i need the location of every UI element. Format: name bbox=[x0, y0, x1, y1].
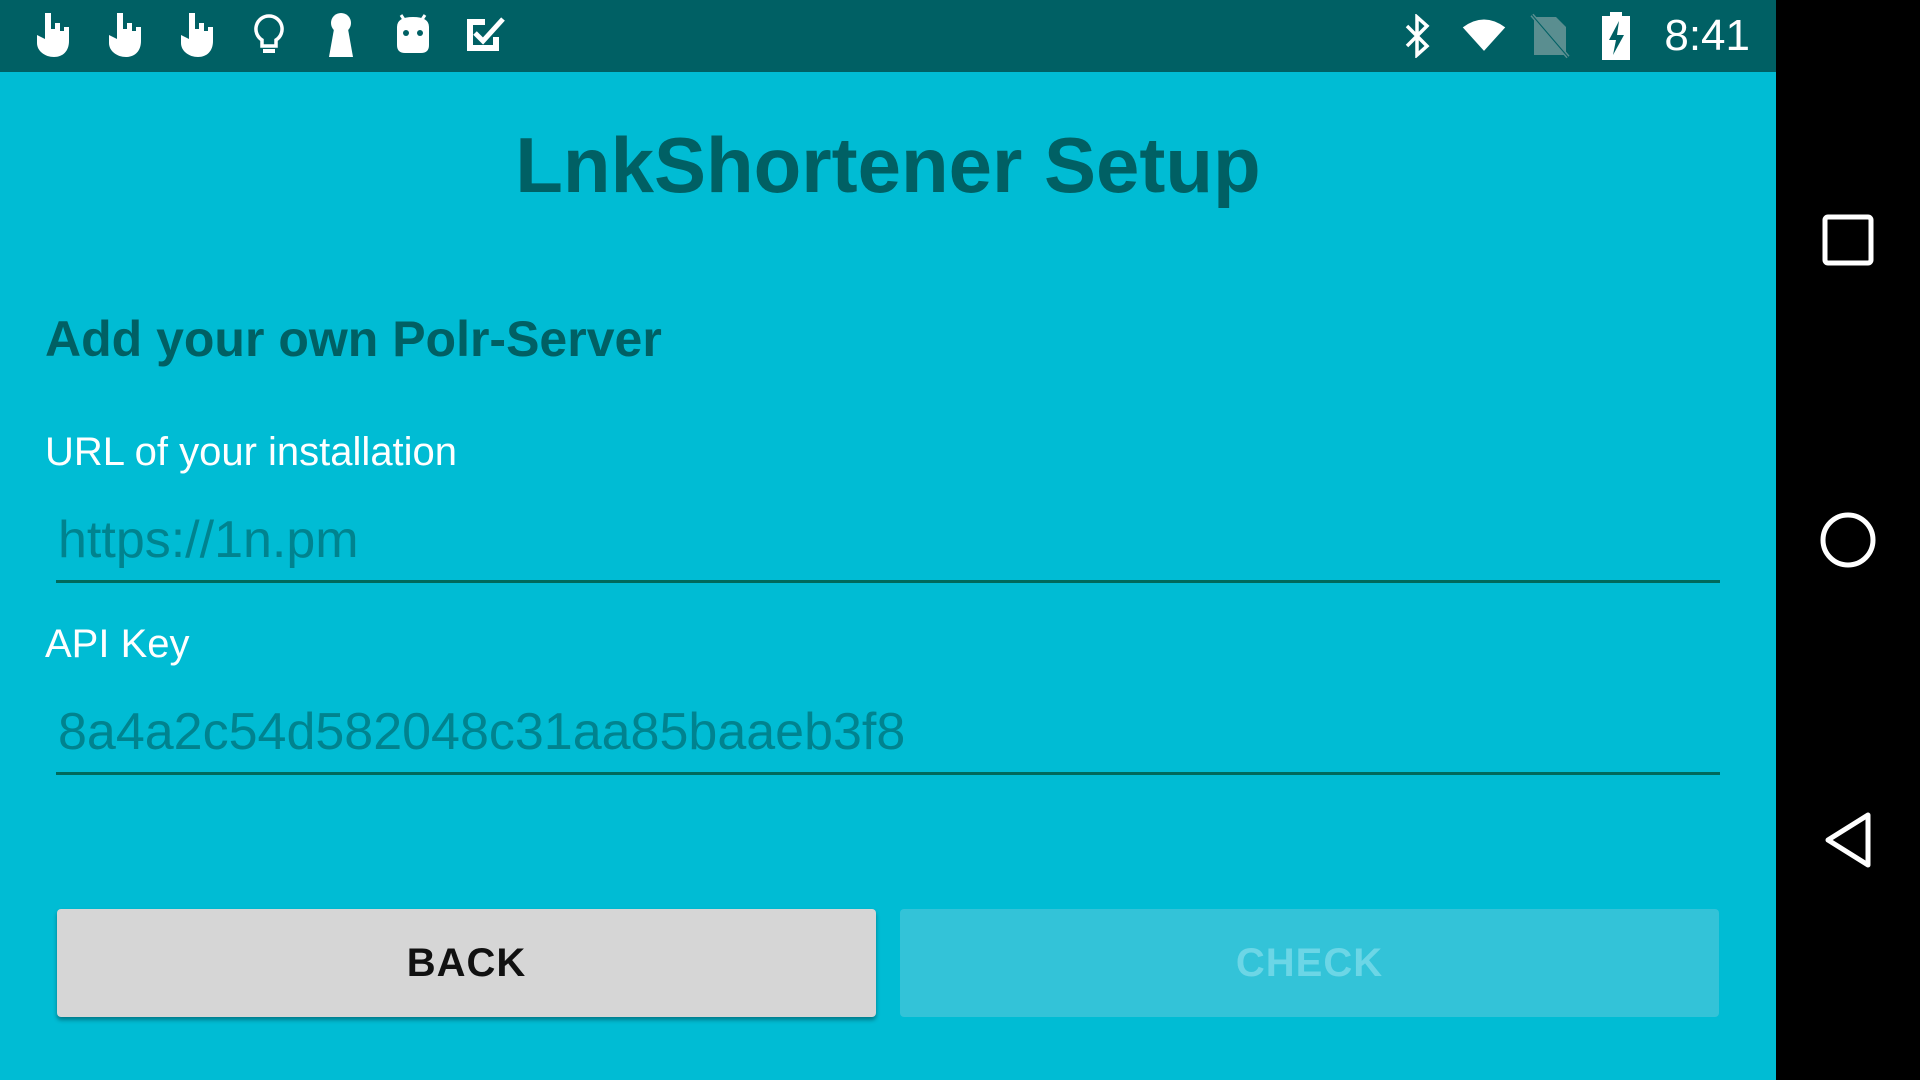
navigation-bar bbox=[1776, 0, 1920, 1080]
url-label: URL of your installation bbox=[45, 430, 458, 474]
wifi-icon bbox=[1462, 10, 1506, 62]
keyhole-icon bbox=[316, 10, 366, 60]
battery-charging-icon bbox=[1594, 10, 1638, 62]
recents-button[interactable] bbox=[1776, 180, 1920, 300]
home-icon bbox=[1820, 512, 1876, 568]
url-input-value: https://1n.pm bbox=[58, 511, 359, 569]
android-icon bbox=[388, 10, 438, 60]
clock: 8:41 bbox=[1664, 11, 1750, 60]
status-bar: 8:41 bbox=[0, 0, 1776, 72]
api-key-input-value: 8a4a2c54d582048c31aa85baaeb3f8 bbox=[58, 703, 906, 761]
back-icon bbox=[1825, 812, 1871, 868]
back-button[interactable]: BACK bbox=[57, 909, 876, 1017]
no-sim-icon bbox=[1528, 10, 1572, 62]
recents-icon bbox=[1822, 214, 1874, 266]
back-nav-button[interactable] bbox=[1776, 780, 1920, 900]
touch-icon bbox=[28, 10, 78, 60]
check-button[interactable]: CHECK bbox=[900, 909, 1719, 1017]
section-heading: Add your own Polr-Server bbox=[45, 311, 662, 367]
home-button[interactable] bbox=[1776, 480, 1920, 600]
setup-screen: LnkShortener Setup Add your own Polr-Ser… bbox=[0, 72, 1776, 1080]
touch-icon bbox=[172, 10, 222, 60]
lightbulb-icon bbox=[244, 10, 294, 60]
bluetooth-icon bbox=[1396, 10, 1440, 62]
touch-icon bbox=[100, 10, 150, 60]
url-input[interactable]: https://1n.pm bbox=[56, 510, 1720, 583]
checkmark-icon bbox=[460, 10, 510, 60]
page-title: LnkShortener Setup bbox=[515, 121, 1261, 209]
api-key-input[interactable]: 8a4a2c54d582048c31aa85baaeb3f8 bbox=[56, 702, 1720, 775]
api-key-label: API Key bbox=[45, 622, 190, 666]
system-status-icons: 8:41 bbox=[1396, 8, 1750, 64]
notification-icons bbox=[28, 10, 510, 60]
